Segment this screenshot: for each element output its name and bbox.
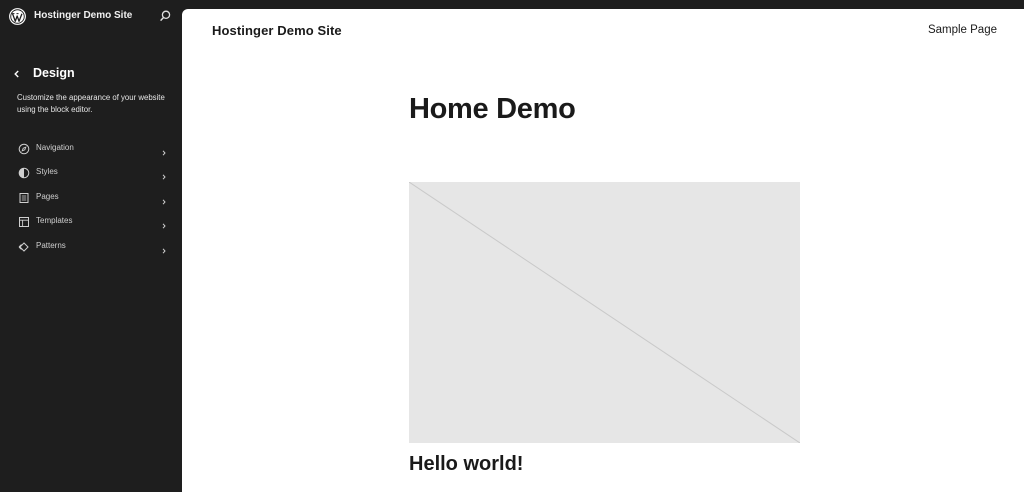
nav-item-label: Styles	[36, 167, 58, 177]
section-title: Design	[33, 66, 75, 80]
placeholder-diagonal	[409, 182, 800, 443]
sidebar: Hostinger Demo Site Design Customize the…	[0, 0, 182, 492]
site-title[interactable]: Hostinger Demo Site	[34, 10, 132, 21]
post-title[interactable]: Hello world!	[409, 453, 523, 476]
wordpress-logo-icon[interactable]	[9, 8, 26, 25]
nav-item-styles[interactable]: Styles	[0, 161, 182, 185]
chevron-right-icon	[160, 242, 168, 254]
navigation-icon	[18, 142, 30, 155]
pages-icon	[18, 191, 30, 203]
chevron-right-icon	[160, 144, 168, 156]
site-preview-canvas[interactable]: Hostinger Demo Site Sample Page Home Dem…	[182, 9, 1024, 492]
sample-page-link[interactable]: Sample Page	[928, 24, 997, 36]
design-header: Design	[0, 64, 182, 84]
nav-item-label: Patterns	[36, 240, 66, 250]
styles-icon	[18, 166, 30, 179]
nav-item-label: Templates	[36, 216, 73, 226]
nav-item-navigation[interactable]: Navigation	[0, 137, 182, 161]
nav-item-patterns[interactable]: Patterns	[0, 235, 182, 259]
patterns-icon	[18, 240, 30, 252]
nav-item-label: Navigation	[36, 143, 74, 152]
chevron-left-icon[interactable]	[10, 67, 24, 81]
chevron-right-icon	[160, 217, 168, 229]
search-icon[interactable]	[158, 9, 172, 23]
nav-item-pages[interactable]: Pages	[0, 186, 182, 210]
site-hub: Hostinger Demo Site	[0, 0, 182, 34]
featured-image-placeholder	[409, 182, 800, 443]
templates-icon	[18, 215, 30, 228]
chevron-right-icon	[160, 193, 168, 205]
preview-site-title[interactable]: Hostinger Demo Site	[212, 23, 342, 38]
chevron-right-icon	[160, 168, 168, 180]
nav-item-label: Pages	[36, 191, 59, 201]
design-nav-list: Navigation Styles Pages Templates Patter…	[0, 137, 182, 259]
page-heading: Home Demo	[409, 93, 576, 125]
site-editor: Hostinger Demo Site Design Customize the…	[0, 0, 1024, 492]
canvas-top-bar	[182, 0, 1024, 9]
section-description: Customize the appearance of your website…	[17, 93, 165, 114]
nav-item-templates[interactable]: Templates	[0, 210, 182, 234]
